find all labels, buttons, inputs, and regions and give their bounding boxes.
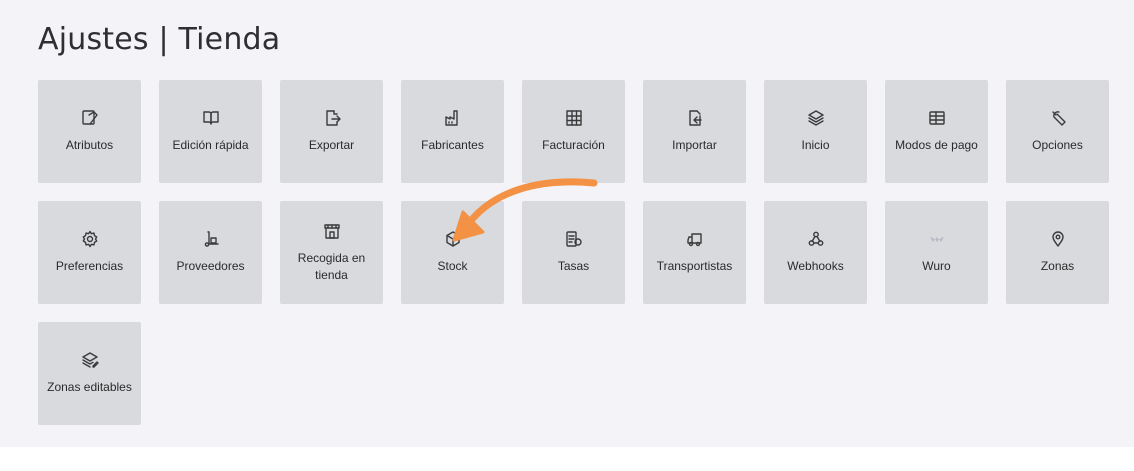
tile-inicio[interactable]: Inicio <box>764 80 867 183</box>
tax-list-icon <box>565 230 583 248</box>
truck-icon <box>686 230 704 248</box>
tile-label: Atributos <box>65 138 114 152</box>
tile-label: Tasas <box>557 259 590 273</box>
tile-webhooks[interactable]: Webhooks <box>764 201 867 304</box>
tile-label: Recogida en tienda <box>297 250 366 282</box>
tile-recogida-en-tienda[interactable]: Recogida en tienda <box>280 201 383 304</box>
wrench-icon <box>1049 109 1067 127</box>
page-title: Ajustes | Tienda <box>38 22 281 57</box>
bottom-strip <box>0 447 1134 471</box>
tile-zonas[interactable]: Zonas <box>1006 201 1109 304</box>
tile-stock[interactable]: Stock <box>401 201 504 304</box>
import-file-icon <box>686 109 704 127</box>
map-pin-icon <box>1049 230 1067 248</box>
webhook-icon <box>807 230 825 248</box>
tile-label: Fabricantes <box>421 138 484 152</box>
tile-label: Transportistas <box>656 259 733 273</box>
tile-tasas[interactable]: Tasas <box>522 201 625 304</box>
tile-label: Webhooks <box>787 259 844 273</box>
tile-atributos[interactable]: Atributos <box>38 80 141 183</box>
tile-label: Inicio <box>801 138 830 152</box>
hand-truck-icon <box>202 230 220 248</box>
factory-icon <box>444 109 462 127</box>
tile-wuro[interactable]: Wuro <box>885 201 988 304</box>
tile-label: Exportar <box>308 138 355 152</box>
grid-table-icon <box>565 109 583 127</box>
tile-proveedores[interactable]: Proveedores <box>159 201 262 304</box>
tile-label: Wuro <box>922 259 951 273</box>
box-icon <box>444 230 462 248</box>
tile-label: Proveedores <box>176 259 245 273</box>
export-file-icon <box>323 109 341 127</box>
tile-transportistas[interactable]: Transportistas <box>643 201 746 304</box>
tile-label: Modos de pago <box>895 138 978 152</box>
payment-table-icon <box>928 109 946 127</box>
tile-modos-de-pago[interactable]: Modos de pago <box>885 80 988 183</box>
tile-label: Edición rápida <box>172 138 249 152</box>
gear-icon <box>81 230 99 248</box>
tile-exportar[interactable]: Exportar <box>280 80 383 183</box>
attributes-icon <box>81 109 99 127</box>
tile-importar[interactable]: Importar <box>643 80 746 183</box>
tile-fabricantes[interactable]: Fabricantes <box>401 80 504 183</box>
tile-label: Opciones <box>1032 138 1083 152</box>
open-book-icon <box>202 109 220 127</box>
tile-label: Preferencias <box>55 259 124 273</box>
tile-preferencias[interactable]: Preferencias <box>38 201 141 304</box>
tile-opciones[interactable]: Opciones <box>1006 80 1109 183</box>
layers-icon <box>807 109 825 127</box>
tile-edicion-rapida[interactable]: Edición rápida <box>159 80 262 183</box>
tile-label: Zonas <box>1040 259 1075 273</box>
tile-label: Facturación <box>542 138 605 152</box>
tile-label: Importar <box>672 138 717 152</box>
settings-grid: Atributos Edición rápida Exportar Fabric… <box>38 80 1109 425</box>
tile-label: Zonas editables <box>47 380 132 394</box>
editable-layers-icon <box>81 351 99 369</box>
tile-zonas-editables[interactable]: Zonas editables <box>38 322 141 425</box>
tile-facturacion[interactable]: Facturación <box>522 80 625 183</box>
wuro-logo-icon <box>928 230 946 248</box>
storefront-icon <box>323 222 341 240</box>
tile-label: Stock <box>437 259 468 273</box>
